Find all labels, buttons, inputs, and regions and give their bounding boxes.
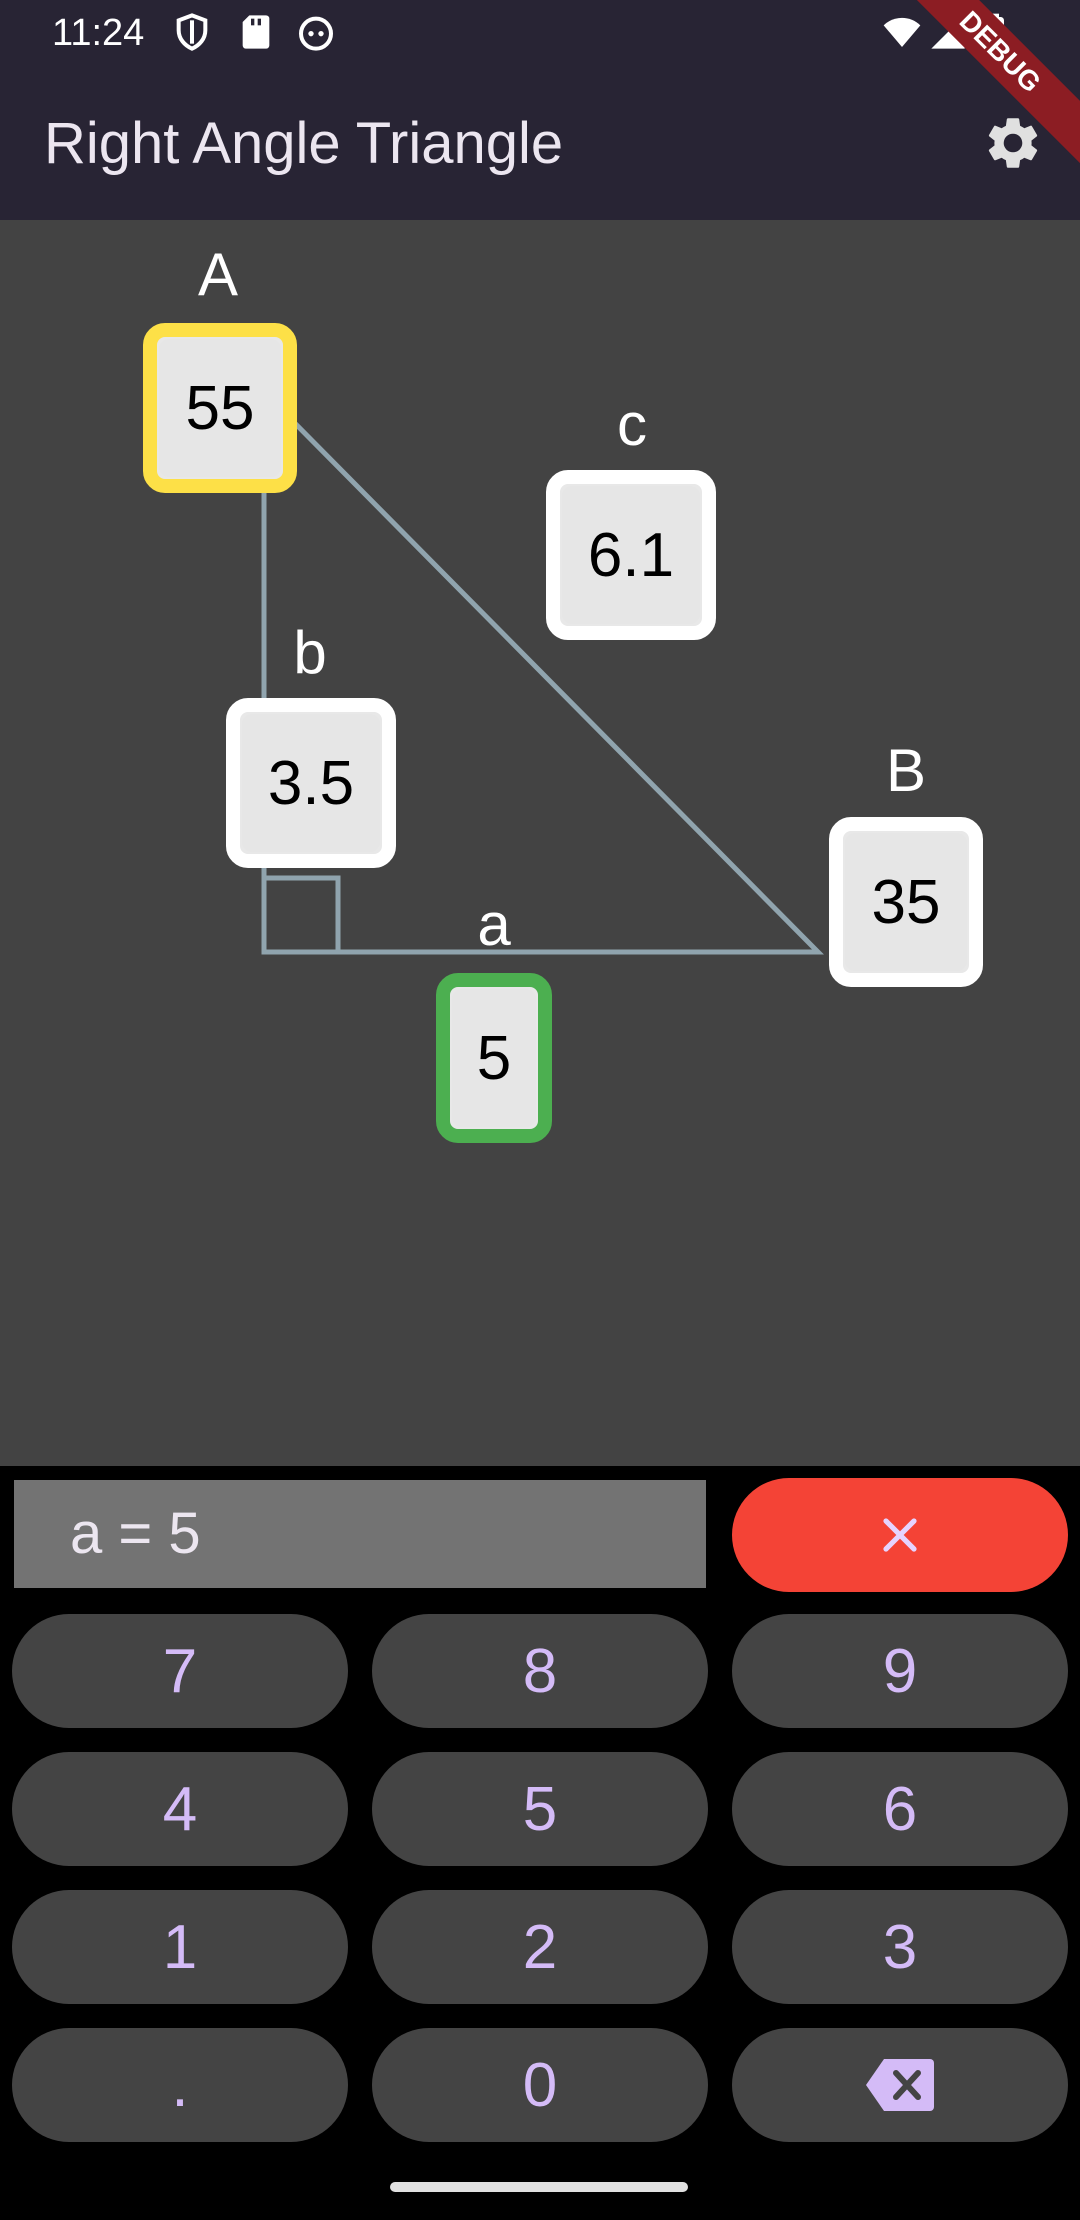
key-decimal[interactable]: . [12,2028,348,2142]
angle-a-label: A [197,241,239,308]
side-b-label: b [293,619,327,686]
status-bar: 11:24 [0,0,1080,70]
side-c-label: c [617,391,647,458]
key-0[interactable]: 0 [372,2028,708,2142]
home-indicator[interactable] [390,2182,688,2192]
angle-b-label: B [885,737,927,804]
angle-b-value: 35 [871,867,941,937]
side-c-value: 6.1 [587,520,675,590]
right-angle-marker [261,875,341,955]
app-bar: Right Angle Triangle [0,70,1080,220]
angle-a-field[interactable]: 55 [143,323,297,493]
wifi-icon [883,17,921,47]
side-b-field[interactable]: 3.5 [226,698,396,868]
close-icon [883,1518,917,1552]
settings-button[interactable] [982,112,1044,174]
key-3[interactable]: 3 [732,1890,1068,2004]
android-icon [299,16,333,51]
backspace-icon [866,2059,934,2111]
page-title: Right Angle Triangle [44,111,564,176]
sd-card-icon [242,15,270,49]
key-9[interactable]: 9 [732,1614,1068,1728]
side-c-field[interactable]: 6.1 [546,470,716,640]
key-5[interactable]: 5 [372,1752,708,1866]
angle-a-value: 55 [185,373,255,443]
keypad: a = 5 7 8 9 4 5 6 1 2 3 . 0 [0,1466,1080,2220]
side-a-value: 5 [476,1023,512,1093]
clear-button[interactable] [732,1478,1068,1592]
backspace-button[interactable] [732,2028,1068,2142]
key-8[interactable]: 8 [372,1614,708,1728]
shield-icon [176,13,208,51]
side-a-field[interactable]: 5 [436,973,552,1143]
status-time: 11:24 [52,12,145,54]
key-2[interactable]: 2 [372,1890,708,2004]
triangle-canvas: A 55 c 6.1 b 3.5 B 35 a 5 [0,220,1080,1466]
key-1[interactable]: 1 [12,1890,348,2004]
side-a-label: a [477,891,511,958]
key-7[interactable]: 7 [12,1614,348,1728]
key-4[interactable]: 4 [12,1752,348,1866]
key-6[interactable]: 6 [732,1752,1068,1866]
angle-b-field[interactable]: 35 [829,817,983,987]
input-display: a = 5 [14,1480,706,1588]
side-b-value: 3.5 [267,748,355,818]
gear-icon [988,118,1038,168]
